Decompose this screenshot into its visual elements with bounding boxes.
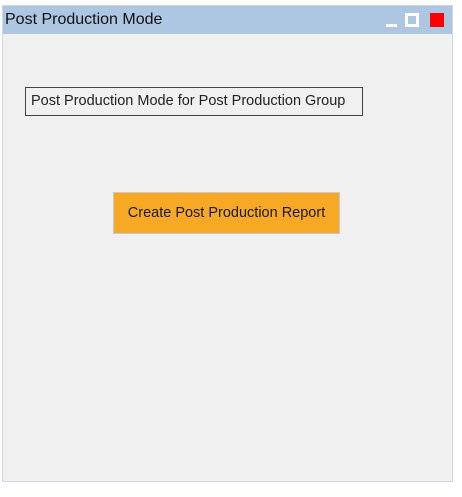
minimize-icon[interactable]: [385, 13, 399, 27]
window-titlebar[interactable]: Post Production Mode: [3, 6, 452, 34]
post-production-window: Post Production Mode Post Production Mod…: [2, 5, 453, 482]
window-title: Post Production Mode: [5, 11, 163, 28]
maximize-icon[interactable]: [405, 13, 419, 27]
close-icon[interactable]: [430, 13, 444, 27]
post-production-group-label: Post Production Mode for Post Production…: [25, 87, 363, 116]
create-report-button[interactable]: Create Post Production Report: [113, 192, 340, 234]
